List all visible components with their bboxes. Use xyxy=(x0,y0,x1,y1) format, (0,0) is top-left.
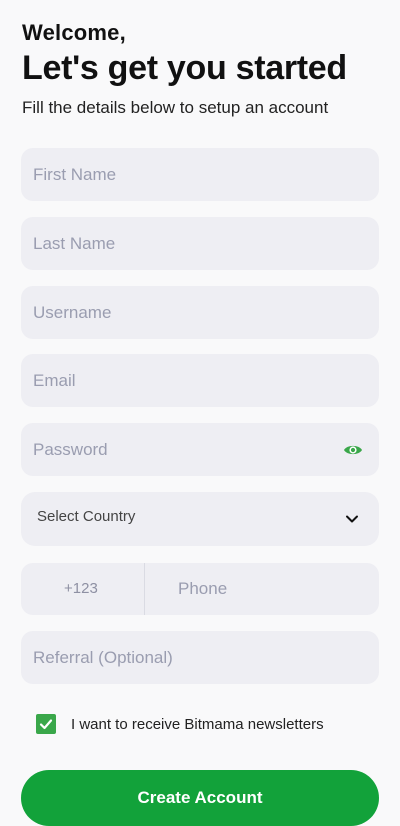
newsletter-row: I want to receive Bitmama newsletters xyxy=(36,713,324,735)
chevron-down-icon xyxy=(345,512,359,526)
phone-input[interactable] xyxy=(145,563,379,615)
last-name-field xyxy=(21,217,379,270)
last-name-input[interactable] xyxy=(21,217,379,270)
create-account-button[interactable]: Create Account xyxy=(21,770,379,826)
email-input[interactable] xyxy=(21,354,379,407)
referral-field xyxy=(21,631,379,684)
dial-code-selector[interactable]: +123 xyxy=(21,563,145,615)
checkmark-icon xyxy=(39,719,53,730)
page-subtitle: Fill the details below to setup an accou… xyxy=(22,98,329,117)
phone-field: +123 xyxy=(21,563,379,615)
newsletter-label: I want to receive Bitmama newsletters xyxy=(71,715,324,733)
phone-input-wrapper xyxy=(145,563,379,615)
password-input[interactable] xyxy=(21,423,379,476)
create-account-label: Create Account xyxy=(137,788,263,807)
header: Welcome, Let's get you started Fill the … xyxy=(22,18,382,120)
country-select[interactable]: Select Country xyxy=(21,492,379,546)
password-field xyxy=(21,423,379,476)
username-input[interactable] xyxy=(21,286,379,339)
first-name-field xyxy=(21,148,379,201)
country-select-label: Select Country xyxy=(37,508,136,525)
email-field xyxy=(21,354,379,407)
page-title: Let's get you started xyxy=(22,49,347,87)
first-name-input[interactable] xyxy=(21,148,379,201)
username-field xyxy=(21,286,379,339)
eye-icon[interactable] xyxy=(343,440,363,460)
referral-input[interactable] xyxy=(21,631,379,684)
newsletter-checkbox[interactable] xyxy=(36,714,56,734)
dial-code: +123 xyxy=(64,580,98,597)
welcome-text: Welcome, xyxy=(22,20,126,45)
